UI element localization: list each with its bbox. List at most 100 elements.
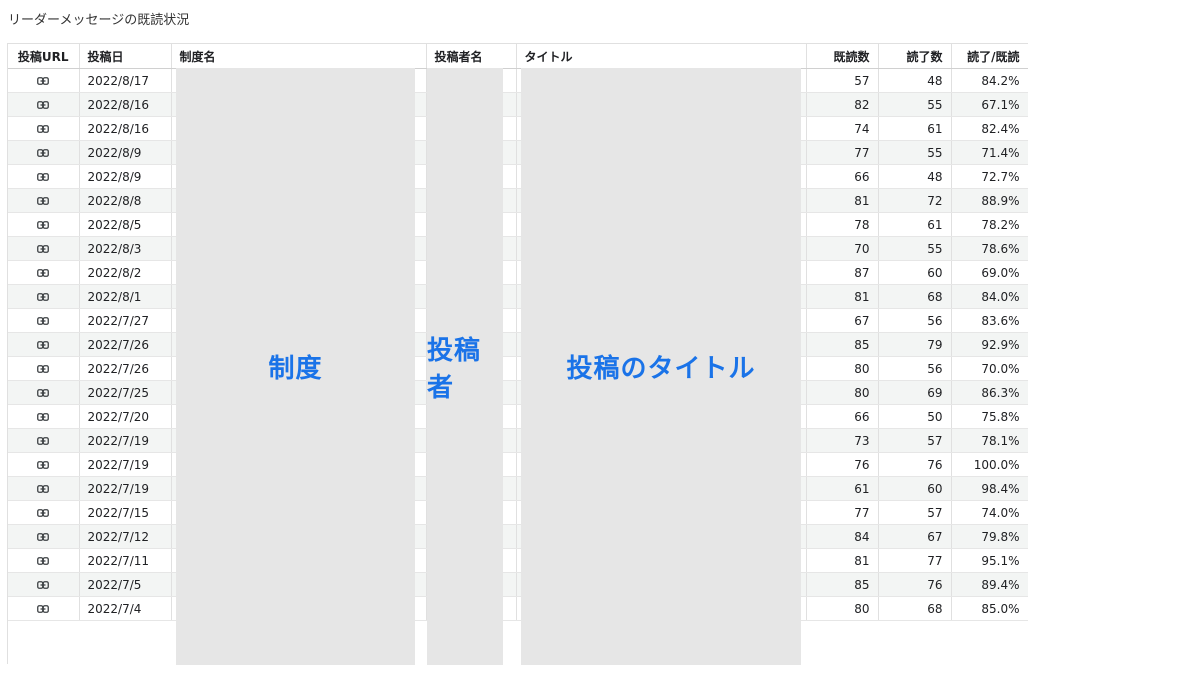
url-cell bbox=[8, 524, 80, 549]
date-cell: 2022/7/19 bbox=[79, 476, 172, 501]
redaction-label-system: 制度 bbox=[268, 354, 323, 384]
date-cell: 2022/8/16 bbox=[79, 116, 172, 141]
date-cell: 2022/7/27 bbox=[79, 308, 172, 333]
complete-count-cell: 68 bbox=[878, 284, 952, 309]
link-icon[interactable] bbox=[37, 149, 50, 157]
complete-count-cell: 69 bbox=[878, 380, 952, 405]
ratio-cell: 78.6% bbox=[951, 236, 1028, 261]
link-icon[interactable] bbox=[37, 293, 50, 301]
link-icon[interactable] bbox=[37, 485, 50, 493]
read-count-cell: 76 bbox=[806, 452, 879, 477]
complete-count-cell: 76 bbox=[878, 452, 952, 477]
table-row: 2022/7/26 85 79 92.9% bbox=[8, 332, 1028, 357]
col-header-poster[interactable]: 投稿者名 bbox=[426, 43, 517, 69]
link-icon[interactable] bbox=[37, 509, 50, 517]
link-icon[interactable] bbox=[37, 437, 50, 445]
ratio-cell: 71.4% bbox=[951, 140, 1028, 165]
date-cell: 2022/8/3 bbox=[79, 236, 172, 261]
link-icon[interactable] bbox=[37, 197, 50, 205]
link-icon[interactable] bbox=[37, 77, 50, 85]
date-cell: 2022/7/19 bbox=[79, 452, 172, 477]
complete-count-cell: 56 bbox=[878, 308, 952, 333]
ratio-cell: 74.0% bbox=[951, 500, 1028, 525]
read-count-cell: 74 bbox=[806, 116, 879, 141]
table-body: 2022/8/17 57 48 84.2% 2022/8/16 82 55 67.1% 2022… bbox=[8, 68, 1028, 621]
read-count-cell: 66 bbox=[806, 404, 879, 429]
col-header-title[interactable]: タイトル bbox=[516, 43, 807, 69]
col-header-ratio[interactable]: 読了/既読 bbox=[951, 43, 1028, 69]
url-cell bbox=[8, 380, 80, 405]
url-cell bbox=[8, 140, 80, 165]
col-header-system[interactable]: 制度名 bbox=[171, 43, 427, 69]
complete-count-cell: 50 bbox=[878, 404, 952, 429]
link-icon[interactable] bbox=[37, 125, 50, 133]
link-icon[interactable] bbox=[37, 221, 50, 229]
url-cell bbox=[8, 308, 80, 333]
complete-count-cell: 67 bbox=[878, 524, 952, 549]
col-header-date[interactable]: 投稿日 bbox=[79, 43, 172, 69]
date-cell: 2022/7/19 bbox=[79, 428, 172, 453]
table-row: 2022/8/17 57 48 84.2% bbox=[8, 68, 1028, 93]
link-icon[interactable] bbox=[37, 341, 50, 349]
table-row: 2022/7/20 66 50 75.8% bbox=[8, 404, 1028, 429]
date-cell: 2022/7/20 bbox=[79, 404, 172, 429]
read-count-cell: 85 bbox=[806, 332, 879, 357]
link-icon[interactable] bbox=[37, 581, 50, 589]
complete-count-cell: 55 bbox=[878, 236, 952, 261]
table-row: 2022/7/19 61 60 98.4% bbox=[8, 476, 1028, 501]
link-icon[interactable] bbox=[37, 101, 50, 109]
link-icon[interactable] bbox=[37, 173, 50, 181]
table-row: 2022/8/9 66 48 72.7% bbox=[8, 164, 1028, 189]
read-count-cell: 81 bbox=[806, 548, 879, 573]
url-cell bbox=[8, 188, 80, 213]
col-header-complete-count[interactable]: 読了数 bbox=[878, 43, 952, 69]
ratio-cell: 83.6% bbox=[951, 308, 1028, 333]
url-cell bbox=[8, 572, 80, 597]
complete-count-cell: 56 bbox=[878, 356, 952, 381]
link-icon[interactable] bbox=[37, 245, 50, 253]
read-count-cell: 78 bbox=[806, 212, 879, 237]
redaction-label-poster: 投稿者 bbox=[427, 335, 482, 403]
redaction-poster-column: 投稿者 bbox=[427, 68, 503, 665]
complete-count-cell: 76 bbox=[878, 572, 952, 597]
date-cell: 2022/7/26 bbox=[79, 356, 172, 381]
redaction-system-column: 制度 bbox=[176, 68, 415, 665]
redaction-label-title: 投稿のタイトル bbox=[566, 354, 756, 384]
table-row: 2022/7/25 80 69 86.3% bbox=[8, 380, 1028, 405]
link-icon[interactable] bbox=[37, 461, 50, 469]
complete-count-cell: 55 bbox=[878, 140, 952, 165]
link-icon[interactable] bbox=[37, 557, 50, 565]
date-cell: 2022/8/5 bbox=[79, 212, 172, 237]
ratio-cell: 75.8% bbox=[951, 404, 1028, 429]
read-count-cell: 81 bbox=[806, 284, 879, 309]
report-table-container[interactable]: 投稿URL 投稿日 制度名 投稿者名 タイトル 既読数 読了数 読了/既読 20… bbox=[7, 43, 1028, 664]
url-cell bbox=[8, 284, 80, 309]
read-count-cell: 77 bbox=[806, 140, 879, 165]
url-cell bbox=[8, 476, 80, 501]
ratio-cell: 78.2% bbox=[951, 212, 1028, 237]
ratio-cell: 72.7% bbox=[951, 164, 1028, 189]
read-status-table: 投稿URL 投稿日 制度名 投稿者名 タイトル 既読数 読了数 読了/既読 20… bbox=[8, 43, 1028, 621]
read-count-cell: 85 bbox=[806, 572, 879, 597]
ratio-cell: 88.9% bbox=[951, 188, 1028, 213]
ratio-cell: 84.2% bbox=[951, 68, 1028, 93]
link-icon[interactable] bbox=[37, 533, 50, 541]
date-cell: 2022/7/25 bbox=[79, 380, 172, 405]
table-row: 2022/8/2 87 60 69.0% bbox=[8, 260, 1028, 285]
table-row: 2022/7/19 76 76 100.0% bbox=[8, 452, 1028, 477]
col-header-read-count[interactable]: 既読数 bbox=[806, 43, 879, 69]
link-icon[interactable] bbox=[37, 269, 50, 277]
complete-count-cell: 60 bbox=[878, 476, 952, 501]
date-cell: 2022/8/16 bbox=[79, 92, 172, 117]
ratio-cell: 69.0% bbox=[951, 260, 1028, 285]
link-icon[interactable] bbox=[37, 317, 50, 325]
link-icon[interactable] bbox=[37, 605, 50, 613]
link-icon[interactable] bbox=[37, 365, 50, 373]
link-icon[interactable] bbox=[37, 413, 50, 421]
col-header-url[interactable]: 投稿URL bbox=[8, 43, 80, 69]
page-title: リーダーメッセージの既読状況 bbox=[8, 13, 190, 28]
ratio-cell: 95.1% bbox=[951, 548, 1028, 573]
link-icon[interactable] bbox=[37, 389, 50, 397]
url-cell bbox=[8, 404, 80, 429]
date-cell: 2022/8/9 bbox=[79, 164, 172, 189]
